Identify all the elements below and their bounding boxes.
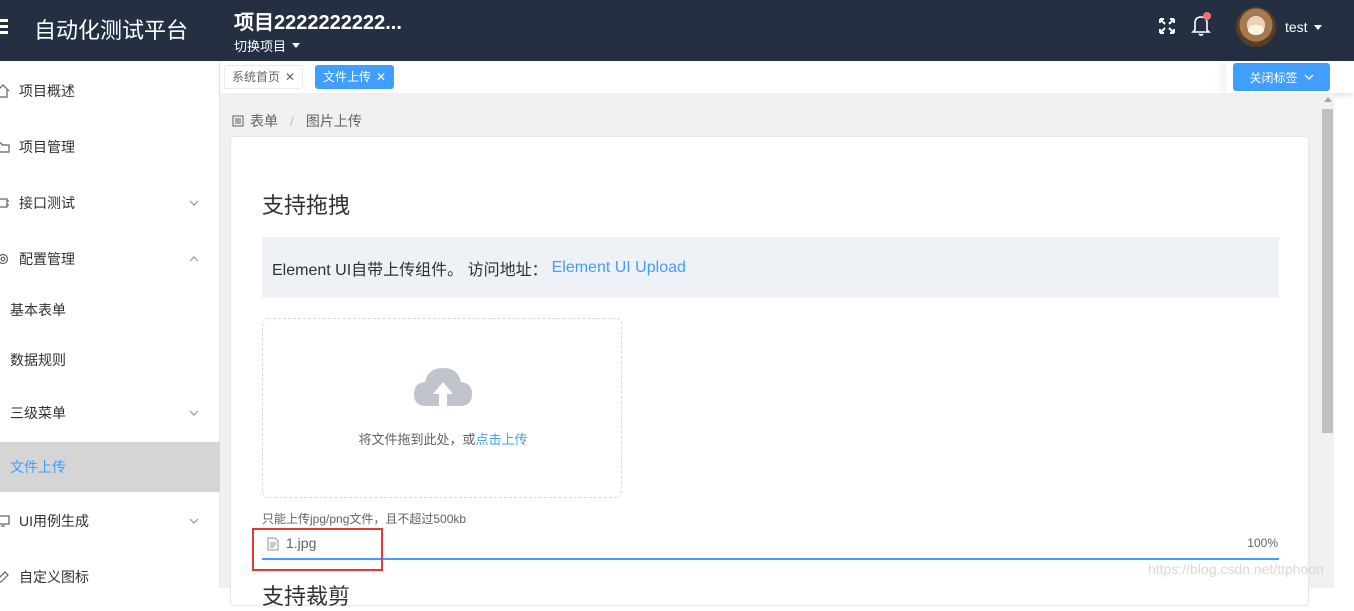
edit-icon: [0, 571, 9, 583]
sidebar-item-basic-form[interactable]: 基本表单: [0, 285, 220, 335]
info-tip: Element UI自带上传组件。 访问地址： Element UI Uploa…: [262, 237, 1279, 298]
click-upload-link[interactable]: 点击上传: [476, 432, 528, 447]
section-title: 支持拖拽: [262, 193, 351, 218]
chevron-down-icon: [189, 518, 199, 524]
upload-tip: 只能上传jpg/png文件，且不超过500kb: [262, 512, 467, 526]
section-title-crop: 支持裁剪: [262, 584, 351, 609]
sidebar-item-label: 文件上传: [10, 459, 66, 475]
cloud-upload-icon: [414, 368, 472, 406]
tag-label: 系统首页: [232, 70, 281, 84]
project-switcher[interactable]: 项目2222222222... 切换项目: [234, 6, 402, 55]
scroll-thumb[interactable]: [1322, 109, 1333, 433]
sidebar-item-config-manage[interactable]: 配置管理: [0, 231, 220, 287]
sidebar-item-ui-case-gen[interactable]: UI用例生成: [0, 493, 220, 549]
upload-dropzone[interactable]: 将文件拖到此处，或点击上传: [262, 318, 622, 498]
breadcrumb-separator: /: [290, 113, 294, 129]
watermark: https://blog.csdn.net/ttphoon: [1148, 561, 1324, 577]
folder-icon: [0, 142, 10, 153]
gear-icon: [0, 253, 9, 265]
tag-label: 文件上传: [323, 70, 372, 84]
sidebar: 项目概述 项目管理 接口测试 配置管理 基本表单 数据规则 三级菜单 文件上传 …: [0, 61, 220, 588]
sidebar-item-label: 自定义图标: [19, 569, 89, 585]
tags-bar: 系统首页 ✕ 文件上传 ✕ 关闭标签: [220, 61, 1354, 93]
dropzone-text: 将文件拖到此处，或点击上传: [263, 429, 623, 448]
app-title: 自动化测试平台: [34, 18, 189, 43]
breadcrumb-section[interactable]: 表单: [250, 111, 278, 131]
sidebar-item-label: 接口测试: [19, 195, 75, 211]
tip-text: Element UI自带上传组件。 访问地址：: [272, 261, 548, 279]
monitor-icon: [0, 515, 10, 527]
notification-dot: [1203, 12, 1211, 20]
home-icon: [0, 84, 10, 98]
chevron-down-icon: [1304, 74, 1313, 80]
breadcrumb: 表单 / 图片上传: [232, 111, 362, 131]
caret-down-icon: [1313, 24, 1322, 30]
sidebar-item-file-upload[interactable]: 文件上传: [0, 442, 220, 492]
sidebar-item-custom-icons[interactable]: 自定义图标: [0, 549, 220, 605]
file-progress-percent: 100%: [1247, 536, 1278, 550]
sidebar-item-label: 配置管理: [19, 251, 75, 267]
avatar[interactable]: [1236, 7, 1276, 47]
user-dropdown[interactable]: test: [1285, 19, 1322, 35]
sidebar-item-label: UI用例生成: [19, 513, 89, 529]
switch-project-label: 切换项目: [234, 39, 287, 54]
list-icon: [232, 115, 244, 127]
sidebar-item-project-manage[interactable]: 项目管理: [0, 119, 220, 175]
upload-card: 支持拖拽 Element UI自带上传组件。 访问地址： Element UI …: [230, 136, 1309, 609]
fullscreen-icon[interactable]: [1158, 17, 1176, 35]
close-icon[interactable]: ✕: [285, 66, 295, 88]
main-content: 表单 / 图片上传 支持拖拽 Element UI自带上传组件。 访问地址： E…: [220, 93, 1321, 609]
uploaded-file-item[interactable]: 1.jpg 100%: [262, 532, 1279, 560]
sidebar-item-overview[interactable]: 项目概述: [0, 63, 220, 119]
menu-toggle-icon[interactable]: [0, 16, 12, 38]
close-tags-label: 关闭标签: [1249, 70, 1298, 85]
breadcrumb-page: 图片上传: [305, 113, 362, 129]
top-header: 自动化测试平台 项目2222222222... 切换项目 test: [0, 0, 1354, 61]
chevron-down-icon: [189, 410, 199, 416]
upload-progress-bar: [262, 558, 1279, 560]
chip-icon: [0, 198, 9, 208]
chevron-up-icon: [189, 256, 199, 262]
close-tags-button[interactable]: 关闭标签: [1233, 63, 1330, 91]
sidebar-item-label: 项目管理: [19, 139, 75, 155]
sidebar-item-label: 三级菜单: [10, 405, 66, 421]
notification-bell[interactable]: [1190, 12, 1212, 37]
drag-hint: 将文件拖到此处，或: [358, 432, 476, 447]
chevron-down-icon: [189, 200, 199, 206]
upload-progress-fill: [262, 558, 1279, 560]
scrollbar[interactable]: [1321, 93, 1334, 588]
scroll-up-arrow-icon[interactable]: [1324, 97, 1332, 102]
caret-down-icon: [292, 43, 301, 48]
sidebar-item-label: 基本表单: [10, 302, 66, 318]
sidebar-item-label: 项目概述: [19, 83, 75, 99]
close-icon[interactable]: ✕: [376, 66, 386, 88]
sidebar-item-third-menu[interactable]: 三级菜单: [0, 388, 220, 438]
project-name: 项目2222222222...: [234, 12, 402, 34]
sidebar-item-data-rules[interactable]: 数据规则: [0, 335, 220, 385]
tag-file-upload[interactable]: 文件上传 ✕: [315, 65, 395, 89]
sidebar-item-label: 数据规则: [10, 352, 66, 368]
username-label: test: [1285, 19, 1308, 35]
switch-project-dropdown[interactable]: 切换项目: [234, 36, 402, 55]
sidebar-item-api-test[interactable]: 接口测试: [0, 175, 220, 231]
highlight-box: [252, 528, 383, 571]
tag-home[interactable]: 系统首页 ✕: [224, 65, 304, 89]
element-ui-upload-link[interactable]: Element UI Upload: [552, 259, 686, 277]
